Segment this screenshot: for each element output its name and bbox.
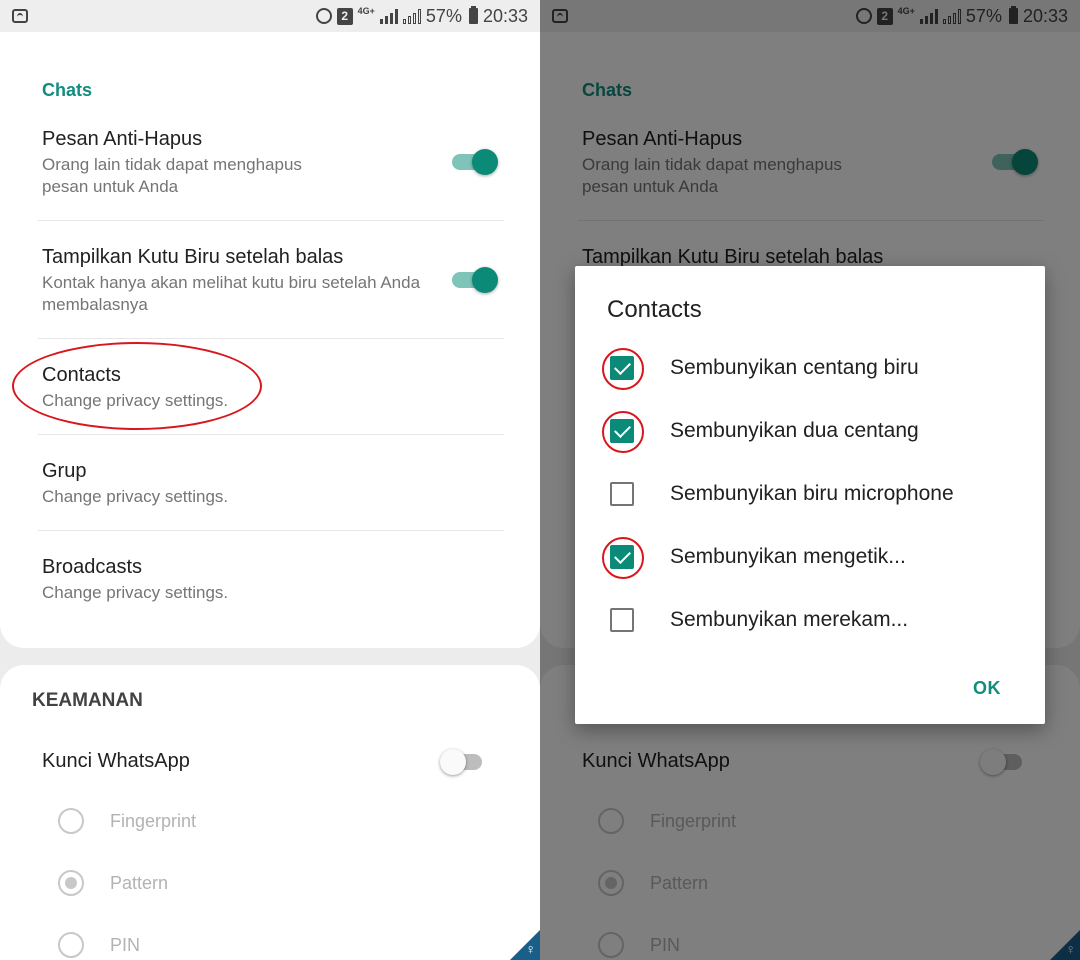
setting-summary: Orang lain tidak dapat menghapus pesan u…	[42, 155, 302, 196]
setting-title: Broadcasts	[42, 556, 143, 578]
radio-label: PIN	[110, 934, 141, 955]
settings-screen-with-dialog: 2 4G+ 57% 20:33 Chats Pesan Anti-Hapus O…	[540, 0, 1080, 960]
alarm-icon	[315, 8, 332, 24]
setting-summary: Change privacy settings.	[42, 487, 229, 506]
checkbox[interactable]	[602, 411, 644, 453]
checkbox[interactable]	[610, 482, 634, 506]
setting-summary: Kontak hanya akan melihat kutu biru sete…	[42, 273, 421, 314]
option-label: Sembunyikan mengetik...	[670, 545, 906, 568]
notification-badge: 2	[336, 7, 353, 25]
battery-icon	[468, 6, 478, 24]
setting-broadcasts[interactable]: Broadcasts Change privacy settings.	[42, 554, 502, 604]
chats-settings-card: Chats Pesan Anti-Hapus Orang lain tidak …	[0, 32, 540, 648]
divider	[38, 434, 504, 435]
section-header-chats: Chats	[42, 80, 93, 100]
checkbox[interactable]	[602, 537, 644, 579]
option-label: Sembunyikan biru microphone	[670, 482, 954, 505]
annotation-circle	[602, 411, 644, 453]
section-header-security: KEAMANAN	[32, 690, 143, 711]
setting-blue-tick-after-reply[interactable]: Tampilkan Kutu Biru setelah balas Kontak…	[42, 244, 502, 316]
status-bar: 2 4G+ 57% 20:33	[0, 0, 540, 32]
setting-group[interactable]: Grup Change privacy settings.	[42, 458, 502, 508]
annotation-circle	[602, 348, 644, 390]
settings-screen: 2 4G+ 57% 20:33 Chats Pesan Anti-Hapus O…	[0, 0, 540, 960]
network-type: 4G+	[357, 6, 375, 16]
setting-anti-delete[interactable]: Pesan Anti-Hapus Orang lain tidak dapat …	[42, 126, 502, 198]
lock-method-fingerprint[interactable]: Fingerprint	[58, 808, 196, 834]
option-hide-recording[interactable]: Sembunyikan merekam...	[610, 603, 1030, 637]
signal-icon	[379, 8, 398, 24]
divider	[38, 338, 504, 339]
setting-title: Tampilkan Kutu Biru setelah balas	[42, 246, 344, 268]
annotation-ellipse	[12, 342, 262, 430]
radio-label: Fingerprint	[110, 810, 197, 831]
radio-label: Pattern	[110, 872, 169, 893]
option-hide-typing[interactable]: Sembunyikan mengetik...	[602, 537, 1030, 579]
setting-title: Grup	[42, 460, 87, 482]
setting-title: Pesan Anti-Hapus	[42, 128, 203, 150]
whatsapp-lock-label[interactable]: Kunci WhatsApp	[42, 750, 190, 773]
key-icon: ♀	[525, 941, 537, 957]
lock-method-pattern[interactable]: Pattern	[58, 870, 168, 896]
radio-button[interactable]	[58, 932, 84, 958]
whatsapp-lock-switch[interactable]	[440, 749, 486, 775]
option-label: Sembunyikan centang biru	[670, 356, 919, 379]
contacts-dialog: Contacts Sembunyikan centang biru Sembun…	[575, 266, 1045, 724]
anti-delete-switch[interactable]	[452, 149, 498, 175]
battery-percent: 57%	[425, 5, 462, 26]
lock-method-pin[interactable]: PIN	[58, 932, 140, 958]
option-label: Sembunyikan merekam...	[670, 608, 909, 631]
blue-tick-switch[interactable]	[452, 267, 498, 293]
radio-button[interactable]	[58, 808, 84, 834]
signal-icon	[402, 8, 421, 24]
ok-button[interactable]: OK	[973, 678, 1001, 699]
checkbox[interactable]	[610, 608, 634, 632]
option-hide-double-tick[interactable]: Sembunyikan dua centang	[602, 411, 1030, 453]
annotation-circle	[602, 537, 644, 579]
checkbox[interactable]	[602, 348, 644, 390]
setting-summary: Change privacy settings.	[42, 583, 229, 602]
dialog-title: Contacts	[607, 296, 702, 323]
wifi-icon	[12, 9, 28, 23]
clock: 20:33	[482, 5, 528, 26]
divider	[38, 530, 504, 531]
option-hide-blue-tick[interactable]: Sembunyikan centang biru	[602, 348, 1030, 390]
option-label: Sembunyikan dua centang	[670, 419, 919, 442]
radio-button[interactable]	[58, 870, 84, 896]
option-hide-blue-microphone[interactable]: Sembunyikan biru microphone	[610, 477, 1030, 511]
divider	[38, 220, 504, 221]
